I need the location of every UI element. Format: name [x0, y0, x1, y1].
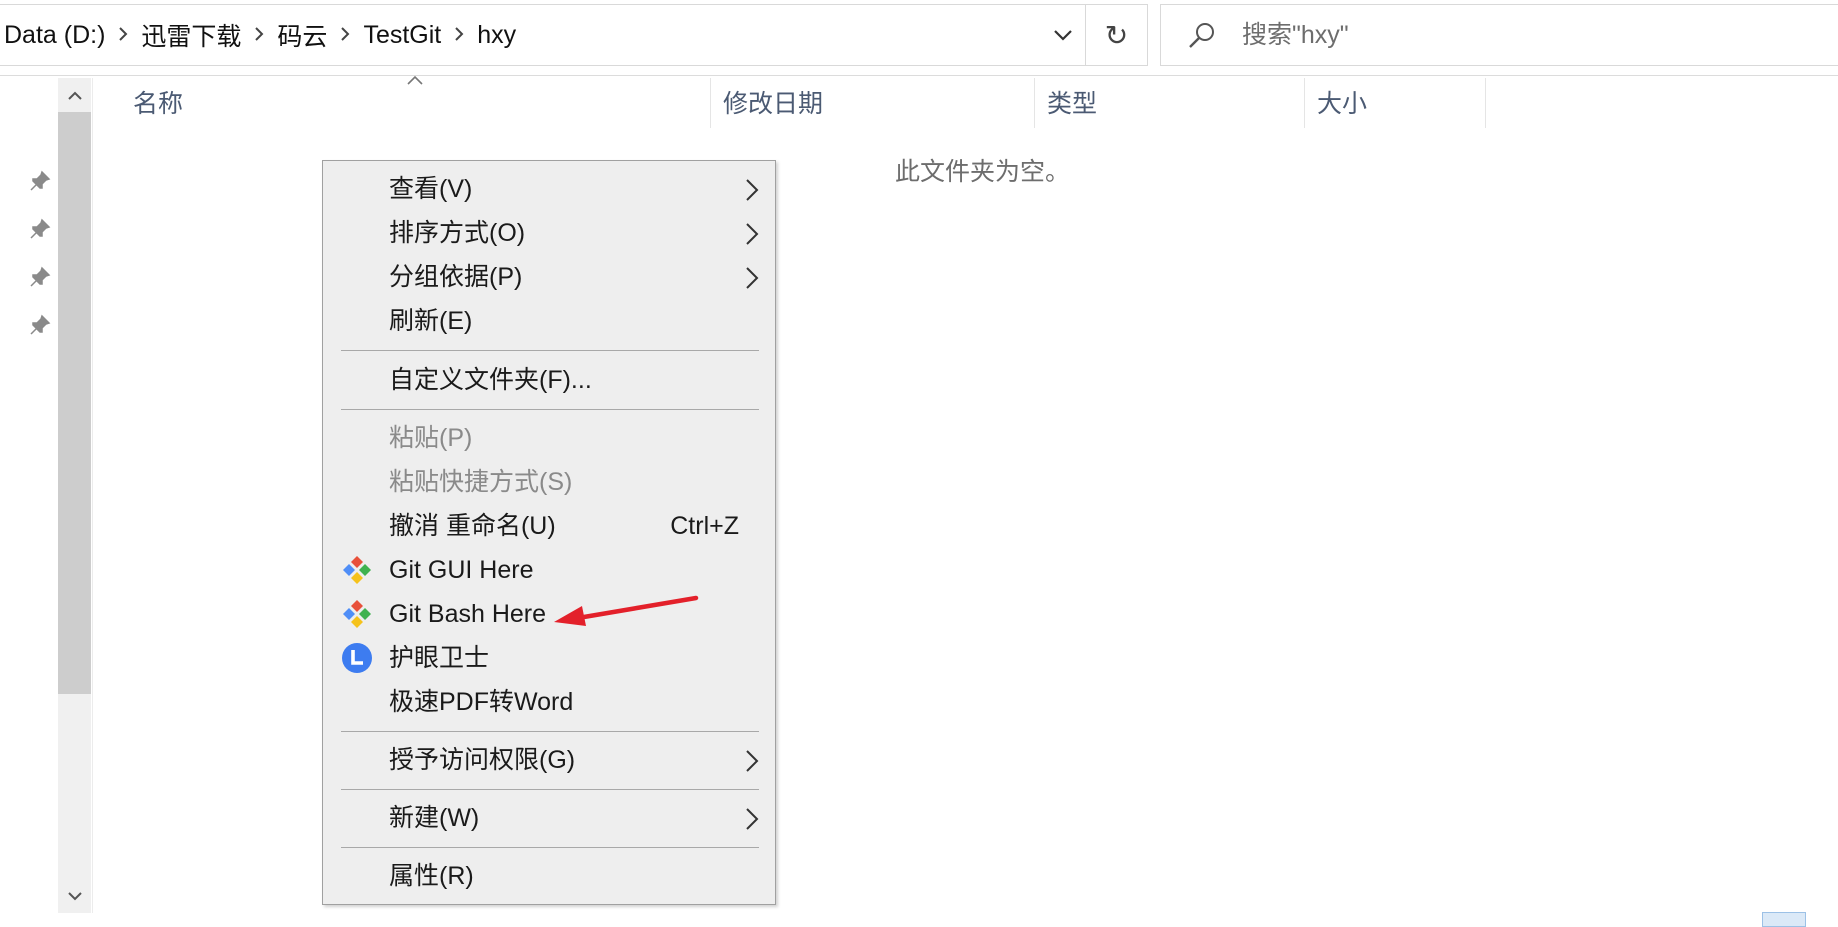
menu-item-paste: 粘贴(P) [389, 424, 473, 452]
breadcrumb-folder-hxy[interactable]: hxy [473, 21, 520, 50]
submenu-arrow-icon [746, 808, 759, 830]
submenu-arrow-icon [746, 223, 759, 245]
submenu-arrow-icon [746, 267, 759, 289]
column-header-size[interactable]: 大小 [1305, 80, 1367, 128]
git-icon [343, 556, 371, 584]
eye-guard-icon [342, 643, 372, 673]
column-divider[interactable] [1485, 78, 1486, 128]
chevron-down-icon [67, 891, 82, 900]
submenu-arrow-icon [746, 179, 759, 201]
search-placeholder: 搜索"hxy" [1242, 21, 1349, 49]
shortcut-hint: Ctrl+Z [670, 512, 739, 540]
refresh-icon: ↻ [1104, 19, 1129, 51]
menu-item-git-gui-here[interactable]: Git GUI Here [323, 548, 775, 592]
menu-item-group-by[interactable]: 分组依据(P) [323, 255, 775, 299]
menu-item-properties[interactable]: 属性(R) [323, 854, 775, 898]
submenu-arrow-icon [746, 750, 759, 772]
menu-separator [341, 409, 759, 410]
refresh-button[interactable]: ↻ [1085, 4, 1147, 66]
menu-separator [341, 731, 759, 732]
address-history-dropdown[interactable] [1041, 5, 1085, 65]
menu-item-new[interactable]: 新建(W) [323, 796, 775, 840]
menu-item-paste-shortcut: 粘贴快捷方式(S) [389, 468, 573, 496]
column-header-name[interactable]: 名称 [121, 80, 183, 128]
git-icon [343, 600, 371, 628]
column-header-type[interactable]: 类型 [1035, 80, 1097, 128]
scroll-up-button[interactable] [58, 78, 91, 112]
search-input[interactable]: 搜索"hxy" [1160, 4, 1838, 66]
breadcrumb-folder-testgit[interactable]: TestGit [359, 21, 445, 50]
menu-item-undo-rename[interactable]: 撤消 重命名(U) Ctrl+Z [323, 504, 775, 548]
pin-icon[interactable] [29, 170, 51, 192]
annotation-arrow-icon [554, 595, 699, 626]
chevron-down-icon [1054, 30, 1072, 41]
pin-icon[interactable] [29, 218, 51, 240]
pin-icon[interactable] [29, 266, 51, 288]
scrollbar-thumb[interactable] [58, 112, 91, 694]
empty-folder-message: 此文件夹为空。 [895, 158, 1071, 186]
chevron-up-icon [67, 91, 82, 100]
menu-item-sort-by[interactable]: 排序方式(O) [323, 211, 775, 255]
menu-separator [341, 789, 759, 790]
toolbar-divider [0, 75, 1838, 76]
nav-pane-scrollbar[interactable] [58, 78, 91, 913]
menu-item-customize-folder[interactable]: 自定义文件夹(F)... [323, 358, 775, 402]
menu-item-pdf-to-word[interactable]: 极速PDF转Word [323, 680, 775, 724]
pane-divider [92, 78, 93, 913]
menu-separator [341, 350, 759, 351]
menu-item-refresh[interactable]: 刷新(E) [323, 299, 775, 343]
view-toggle-button[interactable] [1762, 912, 1806, 927]
chevron-right-icon[interactable] [245, 25, 273, 46]
chevron-right-icon[interactable] [109, 25, 137, 46]
sort-ascending-icon [407, 75, 423, 85]
chevron-right-icon[interactable] [445, 25, 473, 46]
search-icon [1189, 23, 1214, 48]
menu-item-eye-guard[interactable]: 护眼卫士 [323, 636, 775, 680]
context-menu: 查看(V) 排序方式(O) 分组依据(P) 刷新(E) 自定义文件夹(F)...… [322, 160, 776, 905]
column-header-date-modified[interactable]: 修改日期 [711, 80, 823, 128]
scroll-down-button[interactable] [58, 879, 91, 913]
address-bar[interactable]: Data (D:) 迅雷下载 码云 TestGit hxy ↻ [0, 4, 1148, 66]
breadcrumb-drive[interactable]: Data (D:) [0, 21, 109, 50]
chevron-right-icon[interactable] [331, 25, 359, 46]
breadcrumb: Data (D:) 迅雷下载 码云 TestGit hxy [0, 5, 520, 65]
menu-item-grant-access[interactable]: 授予访问权限(G) [323, 738, 775, 782]
breadcrumb-folder-xunlei[interactable]: 迅雷下载 [137, 17, 245, 53]
breadcrumb-folder-mayun[interactable]: 码云 [273, 17, 331, 53]
menu-item-view[interactable]: 查看(V) [323, 167, 775, 211]
pin-icon[interactable] [29, 314, 51, 336]
menu-separator [341, 847, 759, 848]
